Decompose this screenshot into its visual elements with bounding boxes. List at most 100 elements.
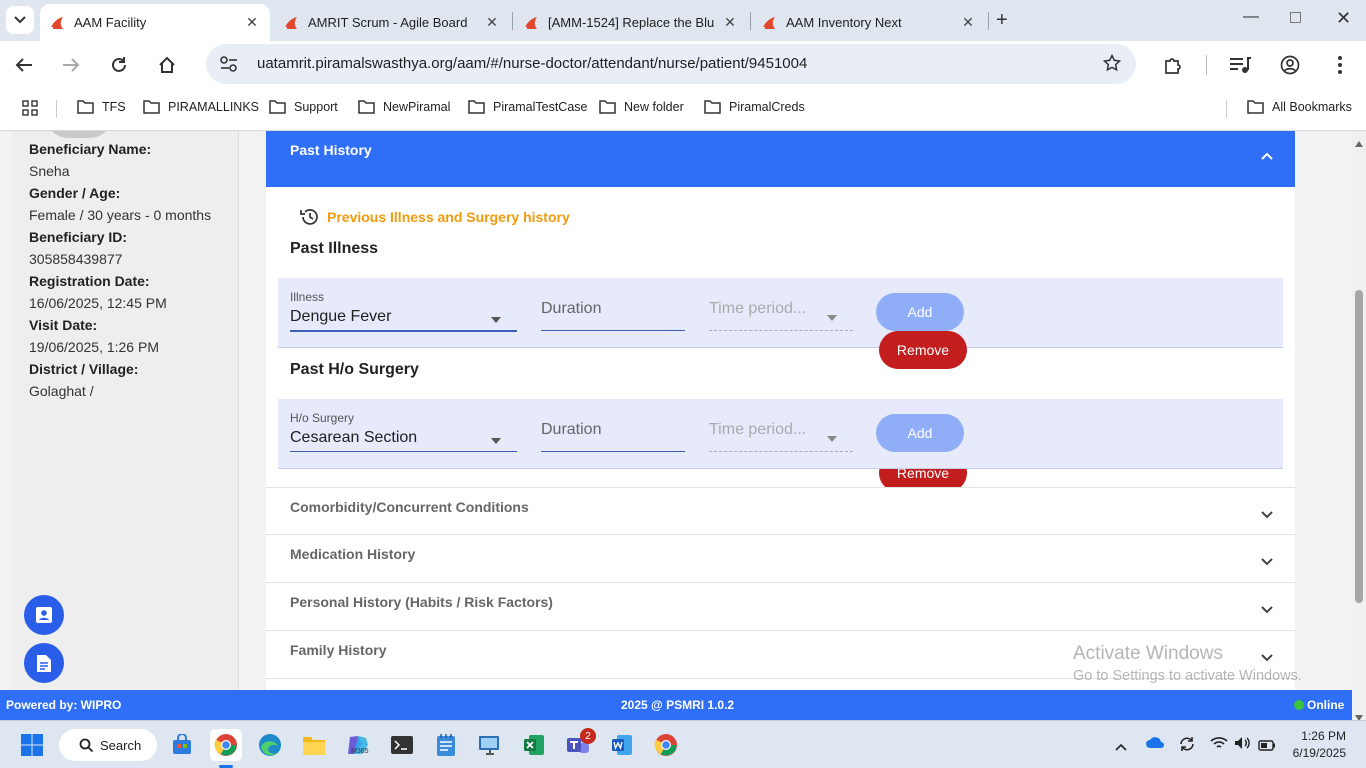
profile-icon[interactable] [1276,51,1304,79]
tab-search-button[interactable] [6,6,34,34]
store-icon[interactable] [166,729,198,761]
accordion-comorbidity[interactable]: Comorbidity/Concurrent Conditions [266,487,1295,535]
beneficiary-profile-button[interactable] [24,595,64,635]
previous-history-link[interactable]: Previous Illness and Surgery history [327,209,570,225]
excel-icon[interactable] [518,729,550,761]
address-bar[interactable]: uatamrit.piramalswasthya.org/aam/#/nurse… [206,44,1136,84]
all-bookmarks[interactable]: All Bookmarks [1247,100,1352,114]
new-tab-icon[interactable]: + [996,9,1008,32]
tab-aam-facility[interactable]: AAM Facility ✕ [40,4,270,41]
illness-field-label: Illness [290,290,325,304]
close-tab-icon[interactable]: ✕ [482,14,502,31]
bookmark-label: New folder [624,100,684,114]
tab-amm-1524[interactable]: [AMM-1524] Replace the Blu ✕ [514,4,748,41]
illness-select[interactable]: Illness Dengue Fever [290,290,517,332]
terminal-icon[interactable] [386,729,418,761]
illness-duration-input[interactable]: Duration [541,290,685,332]
bookmark-folder-tfs[interactable]: TFS [77,100,126,114]
apps-grid-icon[interactable] [22,100,38,121]
remote-desktop-icon[interactable] [474,729,506,761]
clock-time[interactable]: 1:26 PM [1300,729,1346,743]
restore-icon[interactable] [1290,12,1301,23]
close-tab-icon[interactable]: ✕ [958,14,978,31]
bookmarks-bar: TFS PIRAMALLINKS Support NewPiramal Pira… [0,87,1366,131]
bookmark-folder-piramallinks[interactable]: PIRAMALLINKS [143,100,259,114]
bookmark-folder-new-folder[interactable]: New folder [599,100,684,114]
extensions-icon[interactable] [1159,51,1187,79]
bookmark-folder-support[interactable]: Support [269,100,338,114]
taskbar-search[interactable]: Search [59,729,157,761]
tab-title: [AMM-1524] Replace the Blu [548,15,715,30]
folder-icon [599,100,616,114]
notepad-icon[interactable] [430,729,462,761]
illness-time-period-select[interactable]: Time period... [709,290,853,332]
onedrive-icon[interactable] [1145,736,1165,754]
scroll-thumb[interactable] [1355,290,1363,603]
illness-add-button[interactable]: Add [876,293,964,331]
app-footer: Powered by: WIPRO 2025 @ PSMRI 1.0.2 Onl… [0,690,1352,720]
registration-date-value: 16/06/2025, 12:45 PM [29,295,167,311]
district-village-value: Golaghat / [29,383,94,399]
windows-start-icon[interactable] [16,729,48,761]
tab-title: AAM Facility [74,15,147,30]
past-history-title: Past History [290,142,372,158]
bookmark-folder-piramalcreds[interactable]: PiramalCreds [704,100,805,114]
field-underline [290,330,517,332]
sync-icon[interactable] [1178,735,1196,758]
bookmark-folder-piramaltestcase[interactable]: PiramalTestCase [468,100,587,114]
back-icon[interactable] [10,51,38,79]
beneficiary-id-label: Beneficiary ID: [29,229,128,245]
home-icon[interactable] [153,51,181,79]
surgery-duration-input[interactable]: Duration [541,411,685,453]
folder-icon [704,100,721,114]
reload-icon[interactable] [105,51,133,79]
scroll-up-icon[interactable] [1355,134,1363,152]
word-icon[interactable] [606,729,638,761]
url-text[interactable]: uatamrit.piramalswasthya.org/aam/#/nurse… [257,55,807,72]
case-sheet-button[interactable] [24,643,64,683]
bookmarks-separator [1226,100,1227,118]
forward-icon[interactable] [57,51,85,79]
chevron-down-icon [1261,649,1273,667]
close-tab-icon[interactable]: ✕ [720,14,740,31]
battery-icon[interactable] [1258,738,1276,756]
visit-date-value: 19/06/2025, 1:26 PM [29,339,159,355]
tab-amrit-scrum[interactable]: AMRIT Scrum - Agile Board ✕ [274,4,510,41]
site-info-icon[interactable] [220,56,238,77]
m365-icon[interactable] [342,729,374,761]
chevron-down-icon [14,16,26,24]
surgery-remove-button[interactable]: Remove [879,469,967,487]
accordion-medication-history[interactable]: Medication History [266,535,1295,583]
folder-icon [143,100,160,114]
clock-date[interactable]: 6/19/2025 [1286,746,1346,760]
media-control-icon[interactable] [1226,51,1254,79]
bookmark-star-icon[interactable] [1102,53,1122,77]
surgery-time-period-select[interactable]: Time period... [709,411,853,453]
history-clock-icon[interactable] [300,207,320,232]
bookmark-folder-newpiramal[interactable]: NewPiramal [358,100,450,114]
folder-icon [358,100,375,114]
file-explorer-icon[interactable] [298,729,330,761]
close-window-icon[interactable]: ✕ [1336,8,1351,29]
show-hidden-icons-chevron-up-icon[interactable] [1115,738,1127,756]
close-tab-icon[interactable]: ✕ [242,14,262,31]
tab-aam-inventory[interactable]: AAM Inventory Next ✕ [752,4,986,41]
wifi-icon[interactable] [1210,736,1228,755]
chevron-up-icon[interactable] [1261,147,1273,165]
volume-icon[interactable] [1234,736,1252,755]
past-history-panel: Past History Previous Illness and Surger… [266,131,1295,690]
more-menu-icon[interactable] [1326,51,1354,79]
chrome-second-icon[interactable] [650,729,682,761]
surgery-add-button[interactable]: Add [876,414,964,452]
tab-title: AMRIT Scrum - Agile Board [308,15,468,30]
tab-separator [750,12,751,30]
surgery-remove-clip: Remove [266,469,1295,487]
minimize-icon[interactable]: — [1243,8,1259,26]
past-history-header[interactable]: Past History [266,131,1295,187]
chrome-taskbar-icon[interactable] [210,729,242,761]
illness-remove-button[interactable]: Remove [879,331,967,369]
accordion-personal-history[interactable]: Personal History (Habits / Risk Factors) [266,583,1295,631]
surgery-select[interactable]: H/o Surgery Cesarean Section [290,411,517,453]
page-scrollbar[interactable] [1352,131,1366,721]
edge-icon[interactable] [254,729,286,761]
